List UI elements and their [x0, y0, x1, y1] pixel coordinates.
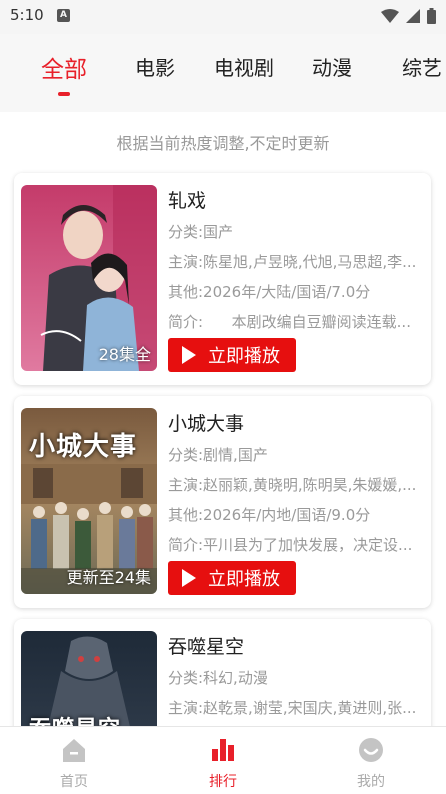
movie-title[interactable]: 轧戏 — [168, 185, 426, 217]
signal-icon — [406, 9, 420, 23]
movie-category: 分类:剧情,国产 — [168, 446, 268, 464]
nav-profile-label: 我的 — [357, 774, 385, 790]
bottom-nav: 首页 排行 我的 — [0, 726, 446, 794]
movie-other-info: 其他:2026年/大陆/国语/7.0分 — [168, 283, 371, 301]
movie-card[interactable]: 小城大事 更新至24集 小城大事 分类:剧情,国产 主演:赵丽颖,黄晓明,陈明昊… — [14, 396, 431, 608]
movie-info: 轧戏 分类:国产 主演:陈星旭,卢昱晓,代旭,马思超,李... 其他:2026年… — [168, 185, 426, 337]
tab-variety[interactable]: 综艺 — [402, 52, 442, 81]
nav-profile[interactable]: 我的 — [336, 737, 406, 791]
movie-cast: 主演:赵乾景,谢莹,宋国庆,黄进则,张... — [168, 699, 417, 717]
profile-icon — [359, 738, 383, 762]
episode-badge: 28集全 — [98, 345, 151, 364]
nav-home-label: 首页 — [60, 774, 88, 790]
battery-icon — [427, 8, 436, 24]
play-now-button[interactable]: 立即播放 — [168, 338, 296, 372]
play-now-button[interactable]: 立即播放 — [168, 561, 296, 595]
tab-all[interactable]: 全部 — [41, 50, 87, 84]
episode-badge: 更新至24集 — [66, 568, 151, 587]
movie-category: 分类:国产 — [168, 223, 234, 241]
tab-tv-series[interactable]: 电视剧 — [214, 52, 274, 81]
tab-anime[interactable]: 动漫 — [312, 52, 352, 81]
ranking-icon — [212, 739, 234, 761]
play-now-label: 立即播放 — [208, 346, 280, 367]
movie-category: 分类:科幻,动漫 — [168, 669, 268, 687]
movie-poster[interactable]: 小城大事 更新至24集 — [21, 408, 157, 594]
movie-title[interactable]: 吞噬星空 — [168, 631, 426, 663]
movie-info: 小城大事 分类:剧情,国产 主演:赵丽颖,黄晓明,陈明昊,朱媛媛,... 其他:… — [168, 408, 426, 560]
nav-home[interactable]: 首页 — [39, 737, 109, 791]
notification-icon: A — [57, 9, 70, 22]
active-tab-indicator — [58, 92, 70, 96]
poster-title-text: 小城大事 — [29, 432, 138, 462]
status-time: 5:10 — [10, 6, 44, 24]
nav-ranking[interactable]: 排行 — [188, 737, 258, 791]
ranking-notice: 根据当前热度调整,不定时更新 — [116, 134, 330, 153]
movie-synopsis: 简介:平川县为了加快发展，决定设... — [168, 536, 413, 554]
status-bar: 5:10 A — [0, 0, 446, 34]
movie-cast: 主演:陈星旭,卢昱晓,代旭,马思超,李... — [168, 253, 417, 271]
play-now-label: 立即播放 — [208, 569, 280, 590]
home-icon — [63, 739, 85, 762]
movie-title[interactable]: 小城大事 — [168, 408, 426, 440]
play-icon — [182, 569, 196, 587]
wifi-icon — [381, 9, 399, 23]
movie-info: 吞噬星空 分类:科幻,动漫 主演:赵乾景,谢莹,宋国庆,黄进则,张... — [168, 631, 426, 723]
tab-movies[interactable]: 电影 — [135, 52, 175, 81]
category-tabs: 全部 电影 电视剧 动漫 综艺 — [0, 34, 446, 112]
movie-cast: 主演:赵丽颖,黄晓明,陈明昊,朱媛媛,... — [168, 476, 417, 494]
movie-other-info: 其他:2026年/内地/国语/9.0分 — [168, 506, 371, 524]
movie-card[interactable]: 28集全 轧戏 分类:国产 主演:陈星旭,卢昱晓,代旭,马思超,李... 其他:… — [14, 173, 431, 385]
play-icon — [182, 346, 196, 364]
nav-ranking-label: 排行 — [209, 774, 237, 790]
movie-poster[interactable]: 28集全 — [21, 185, 157, 371]
movie-synopsis: 简介: 本剧改编自豆瓣阅读连载... — [168, 313, 411, 331]
status-icons — [381, 8, 436, 24]
